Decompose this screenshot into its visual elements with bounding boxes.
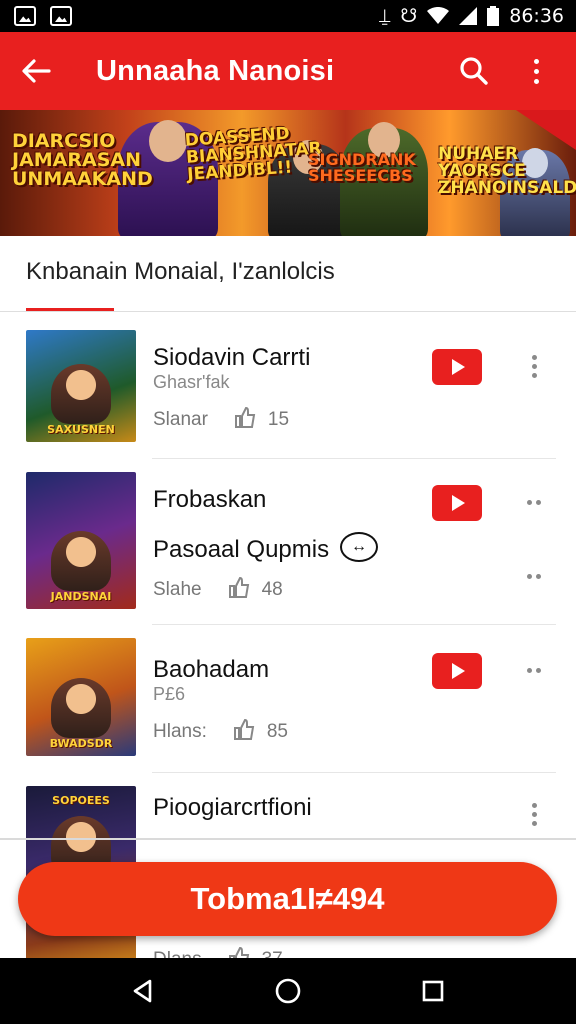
game-meta: Slahe 48 — [153, 576, 283, 604]
app-bar: Unnaaha Nanoisi — [0, 32, 576, 110]
more-horiz-icon — [527, 667, 541, 673]
more-options-button[interactable] — [522, 796, 546, 832]
game-title: Frobaskan — [153, 486, 267, 513]
image-icon — [14, 6, 36, 26]
promo-banner[interactable]: Diarcsio Jamarasan Unmaakand Doassend Bi… — [0, 110, 576, 236]
secondary-options-button[interactable] — [522, 558, 546, 594]
back-triangle-icon — [133, 979, 151, 1003]
thumbnail-caption: Jandsnai — [50, 590, 112, 603]
more-options-button[interactable] — [522, 484, 546, 520]
thumbnail-art — [51, 364, 111, 424]
banner-text-3: Signdrank Sheseecbs — [308, 150, 416, 185]
page-title: Unnaaha Nanoisi — [96, 54, 335, 87]
thumbnail-caption: Sopoees — [52, 794, 110, 807]
like-icon — [233, 718, 255, 746]
search-icon — [460, 57, 488, 85]
game-title: Pioogiarcrtfioni — [153, 794, 312, 821]
tab-indicator — [26, 308, 114, 311]
more-options-button[interactable] — [522, 652, 546, 688]
primary-action-button[interactable]: Tobma1I≠494 — [18, 862, 557, 936]
like-count: 48 — [261, 579, 283, 600]
nav-back-button[interactable] — [123, 971, 163, 1011]
sync-icon: ☋ — [400, 5, 418, 27]
recents-square-icon — [423, 980, 444, 1002]
game-meta: Hlans: 85 — [153, 718, 288, 746]
wifi-icon — [427, 7, 450, 24]
thumbnail-caption: Bwadsdr — [49, 737, 113, 750]
game-thumbnail: Bwadsdr — [26, 638, 136, 756]
nav-home-button[interactable] — [268, 971, 308, 1011]
list-item[interactable]: Jandsnai Frobaskan Pasoaal Qupmis ↔ Slah… — [0, 458, 576, 625]
banner-text-1: Diarcsio Jamarasan Unmaakand — [12, 130, 153, 190]
system-nav-bar — [0, 958, 576, 1024]
meta-label: Hlans: — [153, 721, 207, 742]
more-horiz-icon — [527, 499, 541, 505]
game-meta: Slanar 15 — [153, 406, 289, 434]
status-right-icons: ⍊ ☋ 86:36 — [379, 5, 564, 27]
list-item[interactable]: Saxusnen Siodavin Carrti Ghasr'fak Slana… — [0, 312, 576, 459]
game-subtitle: Ghasr'fak — [153, 372, 230, 392]
overflow-menu-icon — [533, 58, 539, 84]
vibrate-icon: ⍊ — [378, 5, 391, 27]
home-circle-icon — [275, 978, 301, 1004]
thumbnail-caption: Saxusnen — [47, 423, 115, 436]
corner-ribbon — [516, 110, 576, 150]
play-button[interactable] — [432, 653, 482, 689]
like-count: 15 — [267, 409, 290, 430]
game-subtitle: Pasoaal Qupmis — [153, 536, 330, 563]
like-icon — [228, 576, 250, 604]
game-subtitle: P£6 — [153, 684, 186, 704]
play-button[interactable] — [432, 349, 482, 385]
play-button[interactable] — [432, 485, 482, 521]
fab-shadow-line — [0, 838, 576, 840]
nav-recents-button[interactable] — [413, 971, 453, 1011]
more-horiz-icon — [527, 573, 541, 579]
like-icon — [234, 406, 256, 434]
back-arrow-icon — [22, 59, 51, 83]
game-title: Siodavin Carrti — [153, 344, 311, 371]
swap-indicator-icon[interactable]: ↔ — [340, 532, 378, 562]
game-thumbnail: Saxusnen — [26, 330, 136, 442]
tab-active[interactable]: Knbanain Monaial, I'zanlolcis — [26, 258, 335, 286]
search-button[interactable] — [454, 51, 494, 91]
status-time: 86:36 — [509, 5, 564, 27]
like-count: 85 — [266, 721, 288, 742]
status-left-icons — [14, 6, 72, 26]
meta-label: Slahe — [153, 579, 202, 600]
signal-icon — [459, 7, 478, 25]
banner-text-2: Doassend Bianshnatar Jeandibl!! — [184, 123, 323, 185]
game-thumbnail: Jandsnai — [26, 472, 136, 609]
meta-label: Slanar — [153, 409, 208, 430]
status-bar: ⍊ ☋ 86:36 — [0, 0, 576, 32]
more-vert-icon — [531, 802, 537, 826]
list-item[interactable]: Bwadsdr Baohadam P£6 Hlans: 85 — [0, 624, 576, 773]
tab-bar: Knbanain Monaial, I'zanlolcis — [0, 236, 576, 312]
app-bar-actions — [454, 51, 556, 91]
overflow-menu-button[interactable] — [516, 51, 556, 91]
more-vert-icon — [531, 354, 537, 378]
battery-icon — [487, 6, 500, 26]
thumbnail-art — [51, 531, 111, 591]
back-button[interactable] — [0, 32, 72, 110]
game-title: Baohadam — [153, 656, 270, 683]
photo-icon — [50, 6, 72, 26]
more-options-button[interactable] — [522, 348, 546, 384]
thumbnail-art — [51, 678, 111, 738]
banner-text-4: Nuhaer Yaorsce Zhanoinsaldt — [438, 144, 576, 198]
